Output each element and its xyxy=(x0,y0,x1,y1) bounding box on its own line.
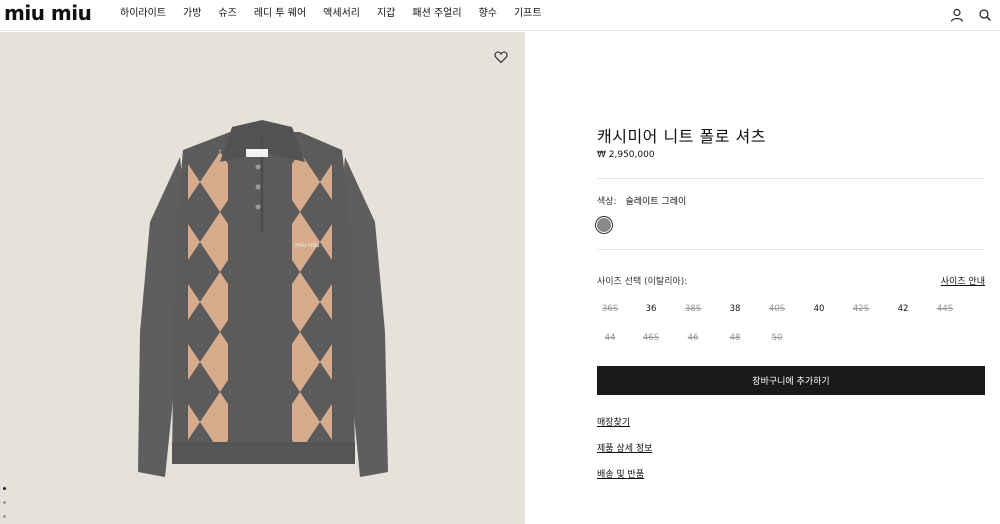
product-image[interactable]: miu miu xyxy=(0,32,525,524)
brand-logo[interactable]: miu miu xyxy=(4,3,92,23)
color-value: 슬레이트 그레이 xyxy=(625,197,687,207)
size-option[interactable]: 40 xyxy=(805,304,833,314)
gallery-pagination xyxy=(3,487,6,524)
size-option[interactable]: 38S xyxy=(679,304,707,314)
nav-item-fashion-jewelry[interactable]: 패션 주얼리 xyxy=(412,8,461,20)
nav-item-fragrance[interactable]: 향수 xyxy=(479,8,497,20)
gallery-dot[interactable] xyxy=(3,515,6,518)
color-selection: 색상: 슬레이트 그레이 xyxy=(597,194,686,207)
size-option[interactable]: 42S xyxy=(847,304,875,314)
size-option[interactable]: 50 xyxy=(763,333,791,343)
product-price: ₩ 2,950,000 xyxy=(597,150,655,160)
account-icon[interactable] xyxy=(950,7,964,22)
product-details-link[interactable]: 제품 상세 정보 xyxy=(597,441,652,454)
color-label: 색상: xyxy=(597,197,617,207)
nav-item-wallets[interactable]: 지갑 xyxy=(377,8,395,20)
nav-item-shoes[interactable]: 슈즈 xyxy=(218,8,236,20)
size-option[interactable]: 44 xyxy=(596,333,624,343)
size-option[interactable]: 44S xyxy=(931,304,959,314)
size-option[interactable]: 38 xyxy=(721,304,749,314)
product-image-pane: miu miu xyxy=(0,32,525,524)
gallery-dot[interactable] xyxy=(3,501,6,504)
size-option[interactable]: 48 xyxy=(721,333,749,343)
header-icons xyxy=(950,7,992,22)
divider xyxy=(597,178,985,179)
size-option[interactable]: 40S xyxy=(763,304,791,314)
shipping-returns-link[interactable]: 배송 및 반품 xyxy=(597,467,644,480)
store-locator-link[interactable]: 매장찾기 xyxy=(597,415,630,428)
nav-item-accessories[interactable]: 액세서리 xyxy=(323,8,360,20)
color-swatch[interactable] xyxy=(597,218,611,232)
divider xyxy=(597,249,985,250)
product-title: 캐시미어 니트 폴로 셔츠 xyxy=(597,127,766,146)
wishlist-heart-icon[interactable] xyxy=(494,49,508,64)
nav-item-bags[interactable]: 가방 xyxy=(183,8,201,20)
site-header: miu miu 하이라이트 가방 슈즈 레디 투 웨어 액세서리 지갑 패션 주… xyxy=(0,0,1000,31)
size-label: 사이즈 선택 (이탈리아): xyxy=(597,277,688,287)
size-option[interactable]: 42 xyxy=(889,304,917,314)
size-option[interactable]: 36S xyxy=(596,304,624,314)
add-to-cart-button[interactable]: 장바구니에 추가하기 xyxy=(597,366,985,395)
svg-text:miu miu: miu miu xyxy=(295,242,320,249)
size-header: 사이즈 선택 (이탈리아): 사이즈 안내 xyxy=(597,274,985,287)
gallery-dot[interactable] xyxy=(3,487,6,490)
nav-item-highlights[interactable]: 하이라이트 xyxy=(120,8,166,20)
nav-item-ready-to-wear[interactable]: 레디 투 웨어 xyxy=(254,8,306,20)
search-icon[interactable] xyxy=(978,7,992,21)
size-guide-link[interactable]: 사이즈 안내 xyxy=(941,274,985,287)
size-option[interactable]: 46 xyxy=(679,333,707,343)
nav-item-gifts[interactable]: 기프트 xyxy=(514,8,542,20)
size-option[interactable]: 36 xyxy=(637,304,665,314)
size-option[interactable]: 46S xyxy=(637,333,665,343)
main-nav: 하이라이트 가방 슈즈 레디 투 웨어 액세서리 지갑 패션 주얼리 향수 기프… xyxy=(120,8,559,20)
